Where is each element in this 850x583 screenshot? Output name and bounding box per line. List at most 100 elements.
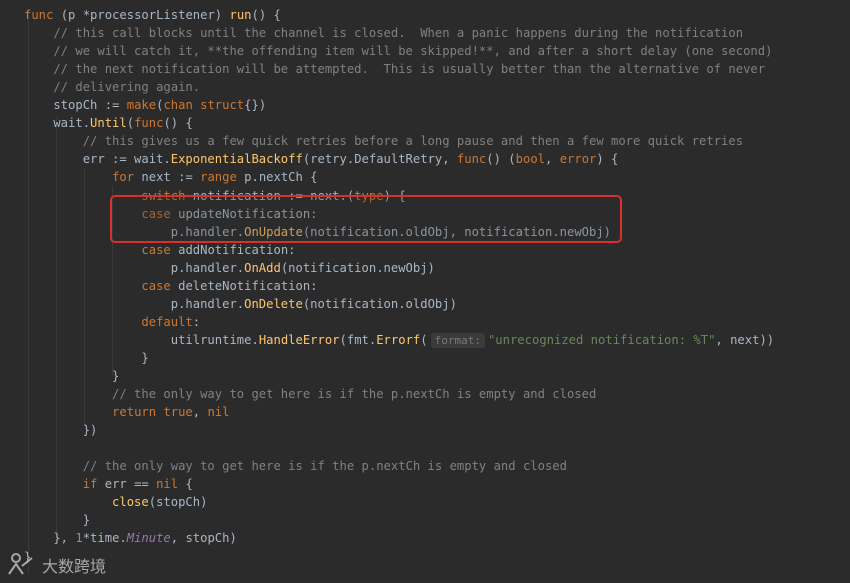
code-token: , [545, 152, 560, 167]
code-line[interactable]: case addNotification: [24, 241, 296, 259]
code-line[interactable]: } [24, 367, 119, 385]
code-token: (notification.oldObj) [302, 296, 457, 311]
code-token: : [192, 314, 201, 329]
code-token: close [24, 495, 149, 510]
highlight-annotation-box [110, 195, 622, 243]
code-token: *time. [82, 531, 127, 546]
code-token: // the only way to get here is if the p.… [24, 459, 567, 474]
code-token: make [126, 98, 157, 113]
parameter-hint: format: [430, 332, 485, 348]
code-token: deleteNotification: [170, 278, 318, 293]
code-token: bool [515, 152, 545, 167]
code-token: chan struct [163, 98, 245, 113]
code-line[interactable]: return true, nil [24, 403, 229, 421]
code-token: OnAdd [244, 260, 281, 275]
code-token: err == [97, 477, 157, 492]
code-token: (notification.newObj) [280, 260, 435, 275]
code-line[interactable]: }) [24, 421, 98, 439]
code-token: }, [24, 531, 76, 546]
code-token: }) [24, 423, 98, 438]
code-token: , stopCh) [170, 531, 237, 546]
code-token: OnDelete [244, 296, 303, 311]
code-line[interactable]: } [24, 349, 149, 367]
code-line[interactable]: // this gives us a few quick retries bef… [24, 132, 743, 150]
code-token: run [229, 8, 252, 22]
code-token: HandleError [258, 332, 340, 347]
code-token: "unrecognized notification: %T" [487, 332, 716, 347]
code-line[interactable]: func (p *processorListener) run() { [24, 6, 281, 24]
code-line[interactable]: close(stopCh) [24, 493, 207, 511]
code-token: utilruntime. [24, 332, 259, 347]
code-token: } [24, 513, 91, 528]
code-line[interactable]: if err == nil { [24, 475, 193, 493]
code-token: 1 [75, 531, 83, 546]
code-token: p.handler. [24, 260, 245, 275]
code-token: { [178, 477, 193, 492]
code-token: , next)) [715, 332, 775, 347]
code-token: stopCh := [24, 98, 127, 113]
code-token: for [112, 170, 135, 185]
code-token: () { [163, 116, 193, 131]
code-line[interactable]: wait.Until(func() { [24, 114, 193, 132]
code-line[interactable]: err := wait.ExponentialBackoff(retry.Def… [24, 150, 619, 168]
code-line[interactable]: // this call blocks until the channel is… [24, 24, 743, 42]
code-token: {}) [244, 98, 267, 113]
code-token: // the next notification will be attempt… [24, 62, 766, 77]
code-token: error [559, 152, 597, 167]
code-token: (retry.DefaultRetry, [302, 152, 457, 167]
code-line[interactable]: case deleteNotification: [24, 277, 318, 295]
code-token: // this call blocks until the channel is… [24, 26, 744, 41]
code-token: () { [251, 8, 281, 22]
code-token: err := wait. [24, 152, 171, 167]
watermark-logo-icon [8, 553, 33, 575]
code-token: addNotification: [170, 242, 296, 257]
code-token: ) [214, 8, 230, 22]
code-token: default [141, 314, 193, 329]
code-line[interactable]: }, 1*time.Minute, stopCh) [24, 529, 237, 547]
code-token: Errorf [376, 332, 421, 347]
code-line[interactable]: p.handler.OnAdd(notification.newObj) [24, 259, 435, 277]
code-token: case [141, 242, 171, 257]
code-line[interactable]: // delivering again. [24, 78, 200, 96]
code-editor[interactable]: func (p *processorListener) run() { // t… [0, 0, 850, 583]
code-line[interactable]: // the only way to get here is if the p.… [24, 457, 567, 475]
code-token: case [141, 278, 171, 293]
code-line[interactable]: // the only way to get here is if the p.… [24, 385, 596, 403]
watermark-text: 大数跨境 [42, 557, 107, 576]
code-line[interactable]: utilruntime.HandleError(fmt.Errorf(forma… [24, 331, 774, 349]
code-token: (stopCh) [148, 495, 208, 510]
code-line[interactable]: default: [24, 313, 200, 331]
code-token: nil [207, 405, 230, 420]
code-token: } [24, 369, 120, 383]
code-token: *processorListener [82, 8, 215, 22]
code-token: // this gives us a few quick retries bef… [24, 134, 744, 149]
code-token: // delivering again. [24, 80, 201, 95]
code-line[interactable]: p.handler.OnDelete(notification.oldObj) [24, 295, 457, 313]
code-line[interactable]: for next := range p.nextCh { [24, 168, 317, 186]
code-token: func [456, 152, 487, 167]
code-token: ( [126, 116, 135, 131]
code-line[interactable]: } [24, 511, 90, 529]
watermark: 大数跨境 [6, 552, 106, 578]
code-line[interactable]: // the next notification will be attempt… [24, 60, 765, 78]
code-token: // we will catch it, **the offending ite… [24, 44, 773, 59]
code-token: // the only way to get here is if the p.… [24, 387, 597, 402]
code-token: , [192, 405, 208, 420]
code-line[interactable]: // we will catch it, **the offending ite… [24, 42, 772, 60]
code-token: } [24, 350, 149, 365]
code-token: func [24, 8, 54, 22]
code-token: ( [420, 332, 428, 347]
code-token: Minute [126, 531, 171, 546]
code-line[interactable]: stopCh := make(chan struct{}) [24, 96, 266, 114]
code-token: wait. [24, 116, 91, 131]
code-token: ) { [596, 152, 619, 167]
code-token: (p [53, 8, 83, 22]
code-token: func [134, 116, 164, 131]
code-token: () ( [486, 152, 516, 167]
code-token: next := [134, 170, 201, 185]
